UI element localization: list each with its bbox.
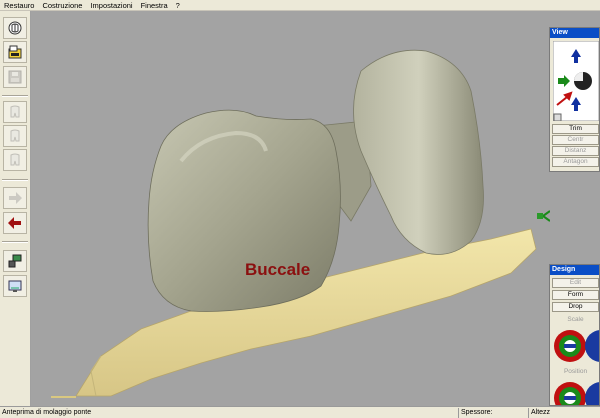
tooth-view-1-icon — [10, 105, 20, 118]
view-panel: View Trim Centr Distanz Antagon — [549, 27, 600, 172]
menu-impostazioni[interactable]: Impostazioni — [86, 0, 136, 11]
menu-costruzione[interactable]: Costruzione — [38, 0, 86, 11]
buccale-label: Buccale — [245, 260, 310, 279]
design-panel-title: Design — [550, 265, 599, 275]
menu-finestra[interactable]: Finestra — [137, 0, 172, 11]
view-panel-title: View — [550, 28, 599, 38]
save-button[interactable] — [3, 66, 27, 88]
scanner-icon — [8, 254, 22, 268]
expand-icon[interactable] — [553, 113, 562, 121]
menu-bar: Restauro Costruzione Impostazioni Finest… — [0, 0, 600, 11]
distanz-button[interactable]: Distanz — [552, 146, 599, 156]
teeth-icon — [8, 21, 22, 35]
tooth-view-3-button[interactable] — [3, 149, 27, 171]
teeth-button[interactable] — [3, 17, 27, 39]
form-button[interactable]: Form — [552, 290, 599, 300]
menu-restauro[interactable]: Restauro — [0, 0, 38, 11]
axis-gizmo-icon — [537, 210, 550, 222]
drop-button[interactable]: Drop — [552, 302, 599, 312]
position-label: Position — [563, 368, 588, 375]
position-control[interactable] — [553, 379, 600, 406]
toolbar-separator — [2, 179, 28, 181]
status-message: Anteprima di molaggio ponte — [2, 409, 92, 416]
arrow-left-icon — [8, 217, 21, 229]
bridge-model: Buccale — [51, 49, 550, 398]
back-button[interactable] — [3, 212, 27, 234]
next-button[interactable] — [3, 187, 27, 209]
scanner-button[interactable] — [3, 250, 27, 272]
view-navigator[interactable] — [553, 41, 599, 121]
right-crown — [353, 49, 484, 255]
status-height: Altezz — [528, 408, 600, 418]
left-toolbar — [0, 11, 37, 406]
toolbar-separator — [2, 241, 28, 243]
arrow-right-icon — [9, 192, 22, 204]
tooth-view-2-button[interactable] — [3, 125, 27, 147]
tooth-view-1-button[interactable] — [3, 101, 27, 123]
scale-bar — [51, 396, 76, 398]
status-thickness: Spessore: — [458, 408, 528, 418]
screen-button[interactable] — [3, 275, 27, 297]
scale-control[interactable] — [553, 327, 600, 365]
screen-icon — [8, 280, 22, 292]
tooth-view-3-icon — [10, 153, 20, 166]
left-crown — [147, 109, 341, 312]
3d-viewport[interactable]: Buccale — [31, 11, 550, 406]
design-panel: Design Edit Form Drop Scale Position — [549, 264, 600, 406]
trim-button[interactable]: Trim — [552, 124, 599, 134]
tooth-view-2-icon — [10, 129, 20, 142]
menu-help[interactable]: ? — [172, 0, 184, 11]
antagon-button[interactable]: Antagon — [552, 157, 599, 167]
scale-label: Scale — [567, 316, 584, 323]
status-bar: Anteprima di molaggio ponte Spessore: Al… — [0, 406, 600, 418]
centr-button[interactable]: Centr — [552, 135, 599, 145]
toolbar-separator — [2, 95, 28, 97]
open-button[interactable] — [3, 41, 27, 63]
open-folder-icon — [8, 45, 22, 59]
save-icon — [8, 70, 22, 84]
edit-button[interactable]: Edit — [552, 278, 599, 288]
